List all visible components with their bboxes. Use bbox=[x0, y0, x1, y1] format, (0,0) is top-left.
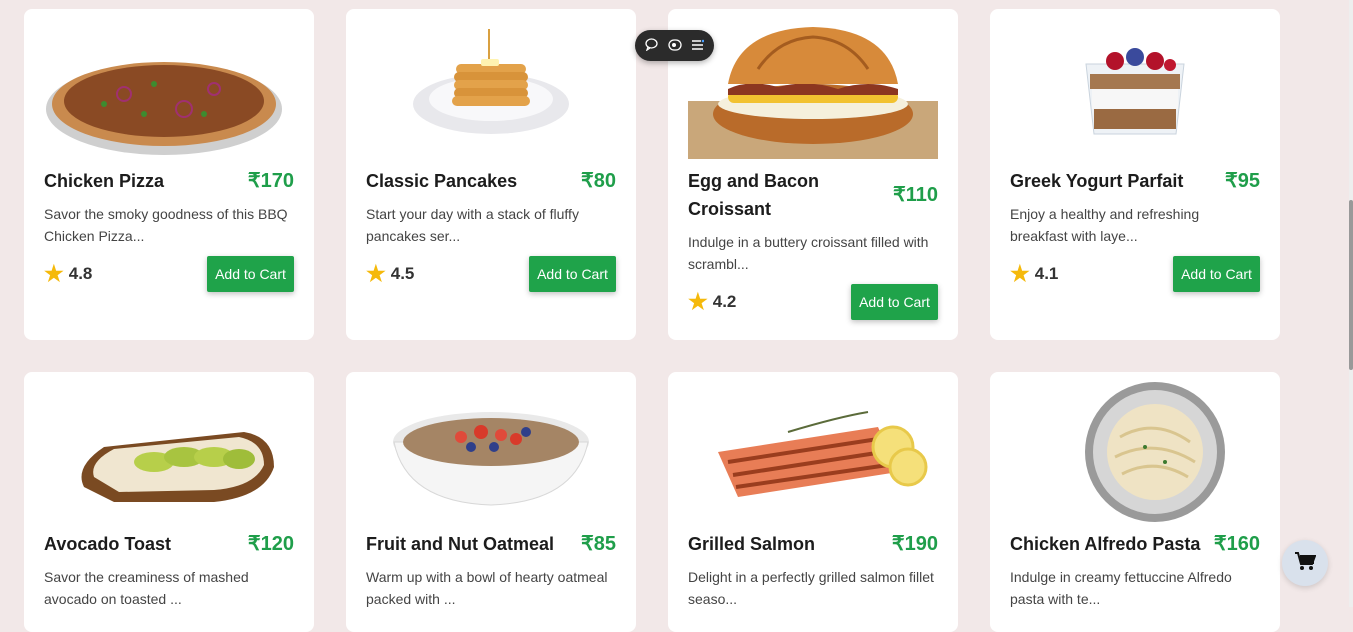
star-icon: ★ bbox=[688, 289, 708, 314]
item-name: Greek Yogurt Parfait bbox=[1010, 171, 1184, 191]
oatmeal-image bbox=[366, 377, 616, 527]
salmon-image bbox=[688, 377, 938, 527]
item-description: Enjoy a healthy and refreshing breakfast… bbox=[1010, 206, 1200, 244]
rating-value: 4.8 bbox=[68, 264, 93, 283]
item-name: Avocado Toast bbox=[44, 534, 172, 554]
item-description: Warm up with a bowl of hearty oatmeal pa… bbox=[366, 569, 608, 607]
rating-value: 4.2 bbox=[712, 292, 737, 311]
item-name: Grilled Salmon bbox=[688, 534, 816, 554]
rating: ★ 4.5 bbox=[366, 256, 414, 292]
star-icon: ★ bbox=[1010, 261, 1030, 286]
rating-value: 4.5 bbox=[390, 264, 415, 283]
item-price: ₹190 bbox=[891, 533, 938, 555]
rating: ★ 4.1 bbox=[1010, 256, 1058, 292]
rating: ★ 4.2 bbox=[688, 284, 736, 320]
item-description: Savor the creaminess of mashed avocado o… bbox=[44, 569, 249, 607]
item-description: Savor the smoky goodness of this BBQ Chi… bbox=[44, 206, 288, 244]
comment-icon[interactable] bbox=[645, 38, 658, 53]
item-description: Delight in a perfectly grilled salmon fi… bbox=[688, 569, 934, 607]
item-name: Fruit and Nut Oatmeal bbox=[366, 534, 555, 554]
cart-icon bbox=[1294, 551, 1317, 576]
item-price: ₹110 bbox=[893, 184, 938, 206]
parfait-image bbox=[1010, 9, 1260, 159]
menu-card: Egg and Bacon Croissant ₹110 Indulge in … bbox=[668, 9, 958, 340]
pancakes-image bbox=[366, 9, 616, 159]
page-scrollbar[interactable] bbox=[1349, 0, 1353, 607]
add-to-cart-button[interactable]: Add to Cart bbox=[1173, 256, 1260, 292]
item-description: Indulge in a buttery croissant filled wi… bbox=[688, 234, 929, 272]
pizza-image bbox=[44, 9, 294, 159]
croissant-image bbox=[688, 9, 938, 159]
menu-card: Fruit and Nut Oatmeal ₹85 Warm up with a… bbox=[346, 372, 636, 632]
item-name: Egg and Bacon Croissant bbox=[688, 171, 820, 219]
menu-card: Classic Pancakes ₹80 Start your day with… bbox=[346, 9, 636, 340]
star-icon: ★ bbox=[366, 261, 386, 286]
item-description: Indulge in creamy fettuccine Alfredo pas… bbox=[1010, 569, 1232, 607]
menu-card: Grilled Salmon ₹190 Delight in a perfect… bbox=[668, 372, 958, 632]
add-to-cart-button[interactable]: Add to Cart bbox=[851, 284, 938, 320]
add-to-cart-button[interactable]: Add to Cart bbox=[529, 256, 616, 292]
rating-value: 4.1 bbox=[1034, 264, 1059, 283]
item-price: ₹80 bbox=[581, 170, 616, 192]
menu-card: Chicken Pizza ₹170 Savor the smoky goodn… bbox=[24, 9, 314, 340]
star-icon: ★ bbox=[44, 261, 64, 286]
item-name: Classic Pancakes bbox=[366, 171, 518, 191]
menu-card: Chicken Alfredo Pasta ₹160 Indulge in cr… bbox=[990, 372, 1280, 632]
menu-card: Greek Yogurt Parfait ₹95 Enjoy a healthy… bbox=[990, 9, 1280, 340]
item-description: Start your day with a stack of fluffy pa… bbox=[366, 206, 579, 244]
menu-icon[interactable] bbox=[691, 39, 705, 53]
eye-icon[interactable] bbox=[667, 38, 682, 53]
avocado-toast-image bbox=[44, 377, 294, 527]
floating-toolbar bbox=[635, 30, 714, 61]
pasta-image bbox=[1010, 377, 1260, 527]
item-name: Chicken Alfredo Pasta bbox=[1010, 534, 1201, 554]
item-price: ₹95 bbox=[1225, 170, 1260, 192]
scrollbar-thumb[interactable] bbox=[1349, 200, 1353, 370]
add-to-cart-button[interactable]: Add to Cart bbox=[207, 256, 294, 292]
cart-button[interactable] bbox=[1282, 540, 1328, 586]
item-price: ₹85 bbox=[581, 533, 616, 555]
menu-card: Avocado Toast ₹120 Savor the creaminess … bbox=[24, 372, 314, 632]
item-name: Chicken Pizza bbox=[44, 171, 165, 191]
rating: ★ 4.8 bbox=[44, 256, 92, 292]
item-price: ₹120 bbox=[247, 533, 294, 555]
item-price: ₹160 bbox=[1213, 533, 1260, 555]
item-price: ₹170 bbox=[247, 170, 294, 192]
